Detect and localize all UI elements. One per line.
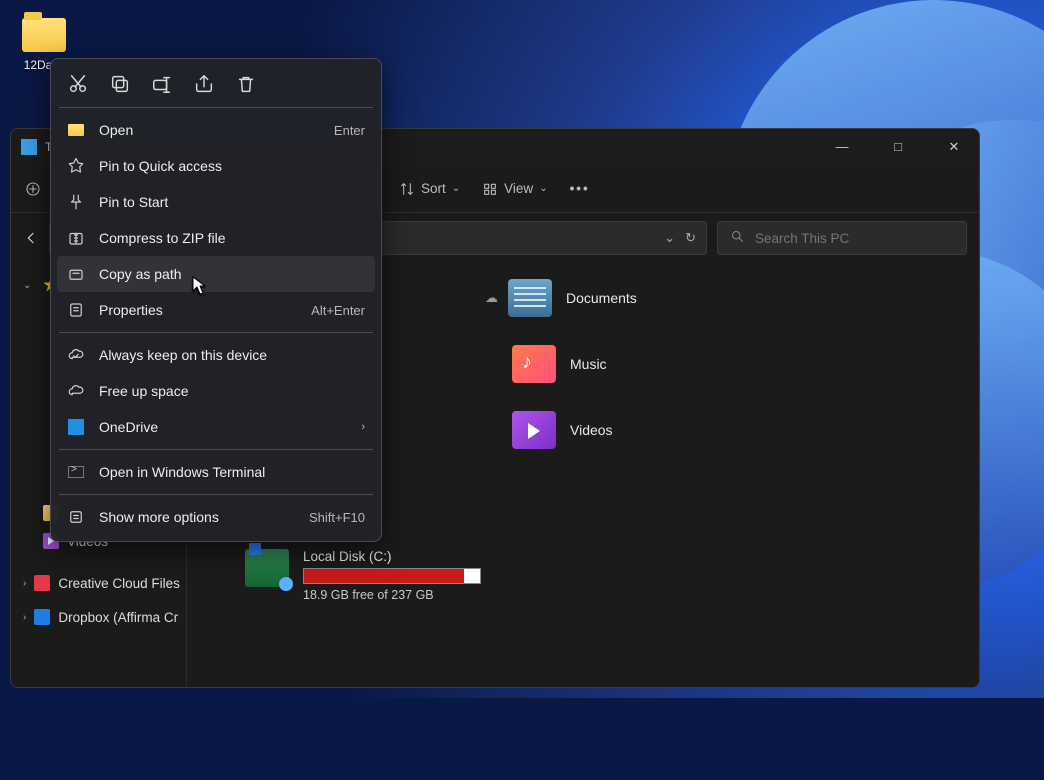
search-box[interactable] (717, 221, 967, 255)
properties-icon (67, 301, 85, 319)
drive-usage-bar (303, 568, 481, 584)
menu-item-open-terminal[interactable]: Open in Windows Terminal (57, 454, 375, 490)
pin-start-icon (67, 193, 85, 211)
sidebar-item-creative-cloud[interactable]: ›Creative Cloud Files (17, 569, 180, 597)
separator (59, 494, 373, 495)
sort-label: Sort (421, 181, 446, 196)
share-icon[interactable] (193, 73, 215, 95)
more-button[interactable]: ••• (570, 181, 590, 196)
search-icon (730, 229, 745, 247)
drive-icon (245, 549, 289, 587)
copy-icon[interactable] (109, 73, 131, 95)
close-button[interactable]: ✕ (939, 139, 969, 155)
context-menu: Open Enter Pin to Quick access Pin to St… (50, 58, 382, 542)
minimize-button[interactable]: — (827, 139, 857, 155)
videos-folder-icon (512, 411, 556, 449)
zip-icon (67, 229, 85, 247)
folder-icon (22, 18, 66, 52)
menu-item-open[interactable]: Open Enter (57, 112, 375, 148)
separator (59, 449, 373, 450)
pin-icon (67, 157, 85, 175)
mouse-cursor (192, 276, 206, 301)
copy-path-icon (67, 265, 85, 283)
new-button[interactable] (25, 181, 41, 197)
folder-icon (67, 121, 85, 139)
documents-icon (508, 279, 552, 317)
onedrive-icon (67, 418, 85, 436)
drive-local-disk-c[interactable]: Local Disk (C:) 18.9 GB free of 237 GB (245, 549, 961, 602)
context-menu-icon-row (57, 65, 375, 103)
folder-videos[interactable]: Videos (485, 411, 637, 449)
drive-name: Local Disk (C:) (303, 549, 481, 564)
menu-item-onedrive[interactable]: OneDrive › (57, 409, 375, 445)
cloud-check-icon (67, 346, 85, 364)
more-options-icon (67, 508, 85, 526)
nav-back-button[interactable] (23, 230, 39, 246)
view-button[interactable]: View⌄ (482, 181, 547, 197)
drive-free-text: 18.9 GB free of 237 GB (303, 588, 481, 602)
separator (59, 107, 373, 108)
sort-button[interactable]: Sort⌄ (399, 181, 460, 197)
menu-item-always-keep[interactable]: Always keep on this device (57, 337, 375, 373)
chevron-right-icon: › (361, 421, 365, 433)
menu-item-pin-start[interactable]: Pin to Start (57, 184, 375, 220)
menu-item-compress-zip[interactable]: Compress to ZIP file (57, 220, 375, 256)
separator (59, 332, 373, 333)
menu-item-properties[interactable]: Properties Alt+Enter (57, 292, 375, 328)
maximize-button[interactable]: □ (883, 139, 913, 155)
creative-cloud-icon (34, 575, 50, 591)
menu-item-copy-as-path[interactable]: Copy as path (57, 256, 375, 292)
dropbox-icon (34, 609, 50, 625)
rename-icon[interactable] (151, 73, 173, 95)
address-chevron-icon[interactable]: ⌄ (664, 230, 675, 246)
menu-item-show-more-options[interactable]: Show more options Shift+F10 (57, 499, 375, 535)
delete-icon[interactable] (235, 73, 257, 95)
terminal-icon (67, 463, 85, 481)
view-label: View (504, 181, 533, 196)
folder-music[interactable]: Music (485, 345, 637, 383)
cloud-status-icon: ☁ (485, 290, 498, 306)
cut-icon[interactable] (67, 73, 89, 95)
music-icon (512, 345, 556, 383)
folder-documents[interactable]: ☁ Documents (485, 279, 637, 317)
sidebar-item-dropbox[interactable]: ›Dropbox (Affirma Cr (17, 603, 180, 631)
this-pc-icon (21, 139, 37, 155)
menu-item-free-up-space[interactable]: Free up space (57, 373, 375, 409)
cloud-icon (67, 382, 85, 400)
search-input[interactable] (755, 231, 954, 246)
menu-item-pin-quick-access[interactable]: Pin to Quick access (57, 148, 375, 184)
refresh-icon[interactable]: ↻ (685, 230, 696, 246)
